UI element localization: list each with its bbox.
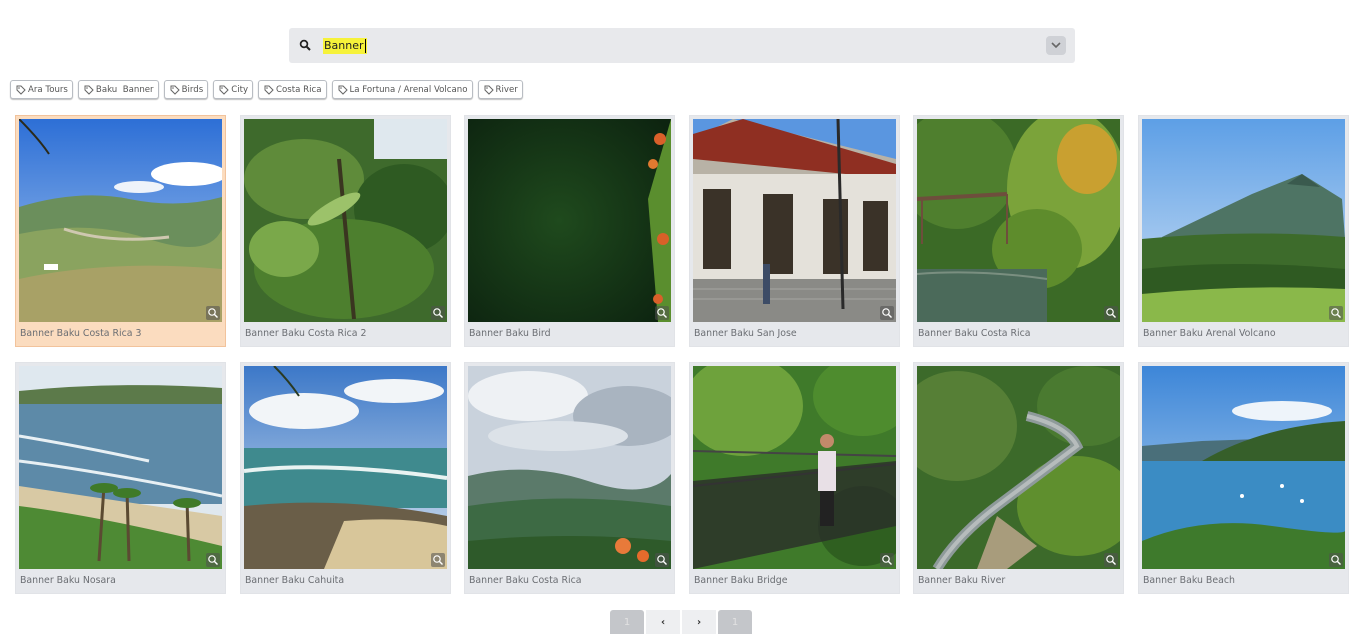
image-thumbnail bbox=[917, 119, 1120, 322]
tag-icon bbox=[84, 85, 94, 95]
image-card[interactable]: Banner Baku Costa Rica 3 bbox=[15, 115, 226, 347]
image-caption: Banner Baku Costa Rica bbox=[918, 328, 1031, 339]
image-caption: Banner Baku Costa Rica bbox=[469, 575, 582, 586]
image-card[interactable]: Banner Baku Arenal Volcano bbox=[1138, 115, 1349, 347]
image-thumbnail bbox=[244, 366, 447, 569]
image-caption: Banner Baku Beach bbox=[1143, 575, 1235, 586]
pagination: 1 ‹ › 1 bbox=[610, 610, 752, 634]
zoom-icon[interactable] bbox=[880, 553, 894, 567]
zoom-icon[interactable] bbox=[1104, 306, 1118, 320]
tag-ara-tours[interactable]: Ara Tours bbox=[10, 80, 73, 99]
image-thumbnail bbox=[19, 366, 222, 569]
zoom-icon[interactable] bbox=[431, 306, 445, 320]
image-caption: Banner Baku Bird bbox=[469, 328, 551, 339]
tag-icon bbox=[219, 85, 229, 95]
image-card[interactable]: Banner Baku Nosara bbox=[15, 362, 226, 594]
image-caption: Banner Baku River bbox=[918, 575, 1006, 586]
chevron-down-icon bbox=[1051, 42, 1061, 49]
zoom-icon[interactable] bbox=[206, 306, 220, 320]
image-card[interactable]: Banner Baku Bridge bbox=[689, 362, 900, 594]
tag-icon bbox=[264, 85, 274, 95]
image-card[interactable]: Banner Baku Beach bbox=[1138, 362, 1349, 594]
image-thumbnail bbox=[693, 119, 896, 322]
tag-icon bbox=[16, 85, 26, 95]
image-thumbnail bbox=[1142, 366, 1345, 569]
image-caption: Banner Baku Arenal Volcano bbox=[1143, 328, 1276, 339]
zoom-icon[interactable] bbox=[880, 306, 894, 320]
image-caption: Banner Baku Nosara bbox=[20, 575, 116, 586]
search-dropdown-button[interactable] bbox=[1046, 36, 1066, 55]
image-card[interactable]: Banner Baku Costa Rica 2 bbox=[240, 115, 451, 347]
image-thumbnail bbox=[468, 366, 671, 569]
zoom-icon[interactable] bbox=[206, 553, 220, 567]
tag-birds[interactable]: Birds bbox=[163, 80, 209, 99]
image-card[interactable]: Banner Baku River bbox=[913, 362, 1124, 594]
tag-icon bbox=[170, 85, 180, 95]
tag-river[interactable]: River bbox=[477, 80, 523, 99]
text-caret bbox=[364, 39, 366, 53]
image-caption: Banner Baku Costa Rica 3 bbox=[20, 328, 142, 339]
search-query-text: Banner bbox=[324, 39, 364, 52]
next-page-button[interactable]: › bbox=[682, 610, 716, 634]
image-card[interactable]: Banner Baku Bird bbox=[464, 115, 675, 347]
zoom-icon[interactable] bbox=[655, 553, 669, 567]
image-caption: Banner Baku San Jose bbox=[694, 328, 797, 339]
image-caption: Banner Baku Bridge bbox=[694, 575, 788, 586]
tag-filter-list: Ara Tours Baku Banner Birds City Costa R… bbox=[10, 80, 523, 99]
zoom-icon[interactable] bbox=[655, 306, 669, 320]
search-input[interactable]: Banner bbox=[323, 38, 367, 54]
search-bar[interactable]: Banner bbox=[289, 28, 1075, 63]
tag-icon bbox=[338, 85, 348, 95]
image-card[interactable]: Banner Baku Cahuita bbox=[240, 362, 451, 594]
image-card[interactable]: Banner Baku Costa Rica bbox=[913, 115, 1124, 347]
image-caption: Banner Baku Costa Rica 2 bbox=[245, 328, 367, 339]
image-thumbnail bbox=[468, 119, 671, 322]
zoom-icon[interactable] bbox=[1104, 553, 1118, 567]
tag-baku-banner[interactable]: Baku Banner bbox=[77, 80, 159, 99]
tag-city[interactable]: City bbox=[213, 80, 254, 99]
first-page-button[interactable]: 1 bbox=[610, 610, 644, 634]
image-thumbnail bbox=[19, 119, 222, 322]
image-thumbnail bbox=[917, 366, 1120, 569]
zoom-icon[interactable] bbox=[1329, 553, 1343, 567]
last-page-button[interactable]: 1 bbox=[718, 610, 752, 634]
prev-page-button[interactable]: ‹ bbox=[646, 610, 680, 634]
zoom-icon[interactable] bbox=[431, 553, 445, 567]
image-thumbnail bbox=[693, 366, 896, 569]
tag-la-fortuna-arenal-volcano[interactable]: La Fortuna / Arenal Volcano bbox=[331, 80, 473, 99]
image-card[interactable]: Banner Baku San Jose bbox=[689, 115, 900, 347]
image-card[interactable]: Banner Baku Costa Rica bbox=[464, 362, 675, 594]
tag-icon bbox=[484, 85, 494, 95]
image-thumbnail bbox=[244, 119, 447, 322]
tag-costa-rica[interactable]: Costa Rica bbox=[258, 80, 327, 99]
image-thumbnail bbox=[1142, 119, 1345, 322]
search-icon bbox=[299, 39, 311, 51]
image-caption: Banner Baku Cahuita bbox=[245, 575, 345, 586]
zoom-icon[interactable] bbox=[1329, 306, 1343, 320]
